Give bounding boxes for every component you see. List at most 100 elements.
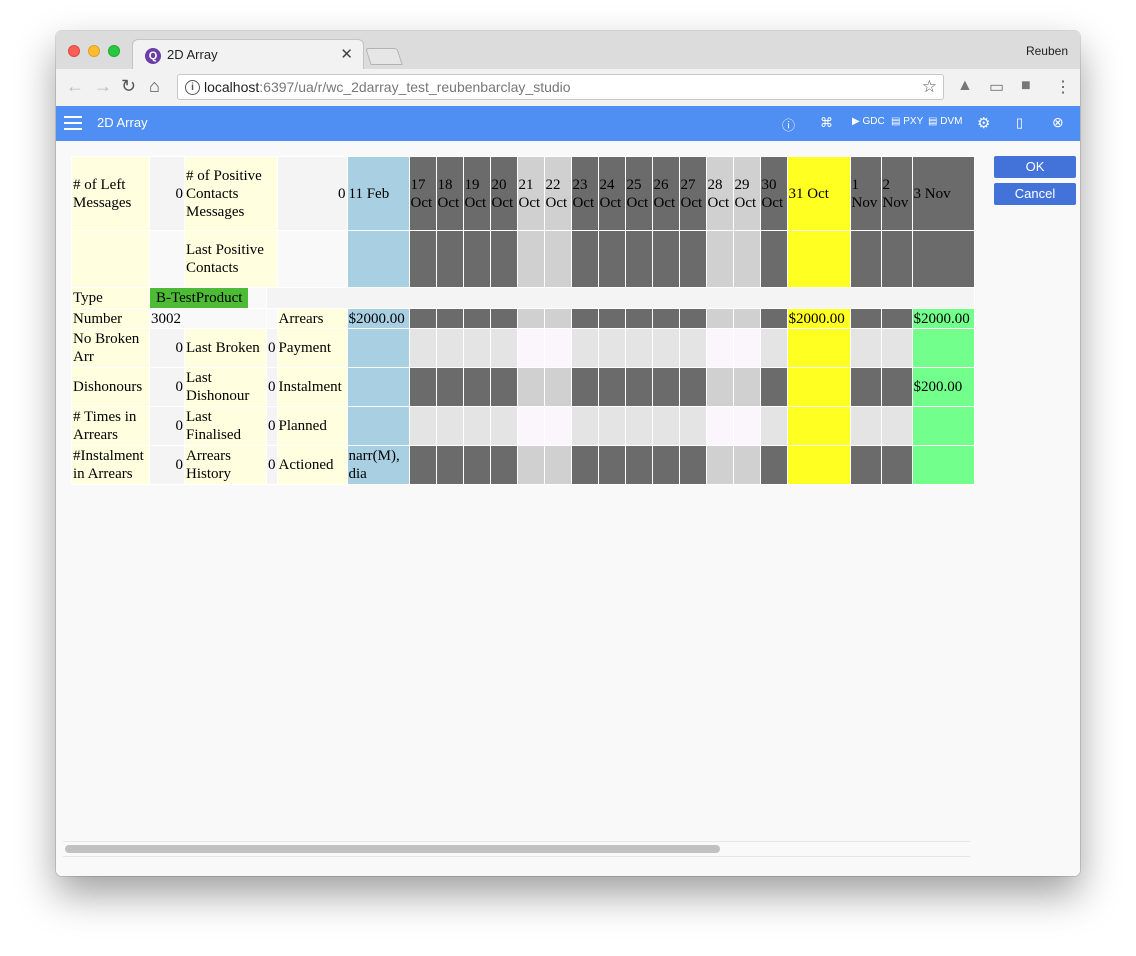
value-last-dishonour: 0 bbox=[266, 367, 278, 407]
table-row: Type B-TestProduct bbox=[71, 287, 975, 309]
pxy-button[interactable]: ▤ PXY bbox=[891, 116, 923, 127]
label-last-finalised: Last Finalised bbox=[184, 406, 267, 446]
browser-tab[interactable]: Q 2D Array ✕ bbox=[132, 39, 364, 69]
address-bar[interactable]: i localhost:6397/ua/r/wc_2darray_test_re… bbox=[177, 74, 944, 100]
profile-name[interactable]: Reuben bbox=[1026, 44, 1068, 58]
table-row: Dishonours 0 Last Dishonour 0 Instalment… bbox=[71, 367, 975, 407]
label-dishonours: Dishonours bbox=[71, 367, 150, 407]
label-planned: Planned bbox=[276, 406, 348, 446]
gdc-button[interactable]: ▶ GDC bbox=[852, 116, 885, 127]
table-row: # of Left Messages 0 # of Positive Conta… bbox=[71, 156, 975, 231]
url-text[interactable]: localhost:6397/ua/r/wc_2darray_test_reub… bbox=[204, 79, 571, 95]
close-circle-icon[interactable]: ⊗ bbox=[1052, 114, 1064, 131]
date-header-today: 31 Oct bbox=[786, 156, 851, 231]
reload-icon[interactable]: ↻ bbox=[121, 76, 136, 97]
hamburger-menu-icon[interactable] bbox=[64, 116, 82, 131]
value-last-broken: 0 bbox=[266, 328, 278, 368]
instalment-future: $200.00 bbox=[911, 367, 975, 407]
label-left-messages: # of Left Messages bbox=[71, 156, 150, 231]
date-header: 2 Nov bbox=[880, 156, 913, 231]
label-positive-contacts-messages: # of Positive Contacts Messages bbox=[184, 156, 278, 231]
arrears-today: $2000.00 bbox=[786, 308, 851, 329]
tab-close-icon[interactable]: ✕ bbox=[340, 45, 353, 63]
table-row: Last Positive Contacts bbox=[71, 230, 975, 288]
label-arrears: Arrears bbox=[276, 308, 348, 329]
value-number: 3002 bbox=[149, 308, 267, 329]
date-header: 3 Nov bbox=[911, 156, 975, 231]
cancel-button[interactable]: Cancel bbox=[994, 183, 1076, 205]
value-no-broken-arr: 0 bbox=[149, 328, 185, 368]
value-instalment-in-arrears: 0 bbox=[149, 445, 185, 485]
close-window-button[interactable] bbox=[68, 45, 80, 57]
date-header: 19 Oct bbox=[462, 156, 491, 231]
actioned-feb: narr(M), dia bbox=[346, 445, 410, 485]
table-row: No Broken Arr 0 Last Broken 0 Payment bbox=[71, 328, 975, 368]
ok-button[interactable]: OK bbox=[994, 156, 1076, 178]
date-header: 11 Feb bbox=[346, 156, 410, 231]
date-header: 17 Oct bbox=[408, 156, 437, 231]
table-row: # Times in Arrears 0 Last Finalised 0 Pl… bbox=[71, 406, 975, 446]
bookmark-icon[interactable]: ▯ bbox=[1016, 115, 1023, 131]
info-icon[interactable]: ⓘ bbox=[782, 115, 795, 134]
browser-toolbar: ← → ↻ ⌂ i localhost:6397/ua/r/wc_2darray… bbox=[56, 69, 1080, 107]
value-dishonours: 0 bbox=[149, 367, 185, 407]
value-positive-contacts-messages: 0 bbox=[276, 156, 348, 231]
date-header: 23 Oct bbox=[570, 156, 599, 231]
array-grid: # of Left Messages 0 # of Positive Conta… bbox=[71, 156, 975, 485]
app-title: 2D Array bbox=[97, 115, 148, 130]
date-header: 30 Oct bbox=[759, 156, 788, 231]
tab-title: 2D Array bbox=[167, 47, 218, 62]
date-header: 18 Oct bbox=[435, 156, 464, 231]
product-badge[interactable]: B-TestProduct bbox=[150, 288, 249, 308]
date-header: 24 Oct bbox=[597, 156, 626, 231]
dvm-button[interactable]: ▤ DVM bbox=[928, 116, 962, 127]
arrears-future: $2000.00 bbox=[911, 308, 975, 329]
scrollbar-thumb[interactable] bbox=[65, 845, 720, 853]
date-header: 27 Oct bbox=[678, 156, 707, 231]
info-icon[interactable]: i bbox=[185, 80, 200, 95]
value-arrears-history: 0 bbox=[266, 445, 278, 485]
forward-icon[interactable]: → bbox=[94, 76, 112, 97]
date-header: 1 Nov bbox=[849, 156, 882, 231]
label-payment: Payment bbox=[276, 328, 348, 368]
value-last-finalised: 0 bbox=[266, 406, 278, 446]
browser-window: Q 2D Array ✕ Reuben ← → ↻ ⌂ i localhost:… bbox=[56, 31, 1080, 876]
date-header: 29 Oct bbox=[732, 156, 761, 231]
dialog-actions: OK Cancel bbox=[994, 156, 1076, 210]
label-last-dishonour: Last Dishonour bbox=[184, 367, 267, 407]
date-header: 28 Oct bbox=[705, 156, 734, 231]
extension-icon[interactable]: ■ bbox=[1021, 77, 1031, 95]
chrome-menu-icon[interactable]: ⋮ bbox=[1055, 77, 1071, 97]
value-times-in-arrears: 0 bbox=[149, 406, 185, 446]
tab-strip: Q 2D Array ✕ Reuben bbox=[56, 31, 1080, 69]
table-row: Number 3002 Arrears $2000.00 $2000.00 $2… bbox=[71, 308, 975, 329]
date-header: 21 Oct bbox=[516, 156, 545, 231]
settings-gear-icon[interactable]: ⚙ bbox=[977, 114, 990, 132]
label-actioned: Actioned bbox=[276, 445, 348, 485]
content-area: # of Left Messages 0 # of Positive Conta… bbox=[56, 141, 1080, 876]
app-bar: 2D Array ⓘ ⌘ ▶ GDC ▤ PXY ▤ DVM ⚙ ▯ ⊗ bbox=[56, 106, 1080, 141]
horizontal-scrollbar[interactable] bbox=[63, 841, 970, 857]
date-header: 26 Oct bbox=[651, 156, 680, 231]
label-arrears-history: Arrears History bbox=[184, 445, 267, 485]
date-header: 22 Oct bbox=[543, 156, 572, 231]
bookmark-star-icon[interactable]: ☆ bbox=[922, 77, 937, 97]
label-number: Number bbox=[71, 308, 150, 329]
new-tab-button[interactable] bbox=[365, 48, 403, 65]
cast-icon[interactable]: ▭ bbox=[989, 77, 1004, 97]
minimize-window-button[interactable] bbox=[88, 45, 100, 57]
arrears-feb: $2000.00 bbox=[346, 308, 410, 329]
chip-icon[interactable]: ⌘ bbox=[820, 115, 833, 131]
drive-extension-icon[interactable]: ▲ bbox=[957, 77, 973, 95]
date-header: 20 Oct bbox=[489, 156, 518, 231]
label-no-broken-arr: No Broken Arr bbox=[71, 328, 150, 368]
zoom-window-button[interactable] bbox=[108, 45, 120, 57]
back-icon[interactable]: ← bbox=[66, 76, 84, 97]
date-header: 25 Oct bbox=[624, 156, 653, 231]
app-favicon-icon: Q bbox=[145, 48, 161, 64]
home-icon[interactable]: ⌂ bbox=[149, 76, 160, 97]
label-instalment-in-arrears: #Instalment in Arrears bbox=[71, 445, 150, 485]
label-instalment: Instalment bbox=[276, 367, 348, 407]
label-last-positive-contacts: Last Positive Contacts bbox=[184, 230, 278, 288]
table-row: #Instalment in Arrears 0 Arrears History… bbox=[71, 445, 975, 485]
